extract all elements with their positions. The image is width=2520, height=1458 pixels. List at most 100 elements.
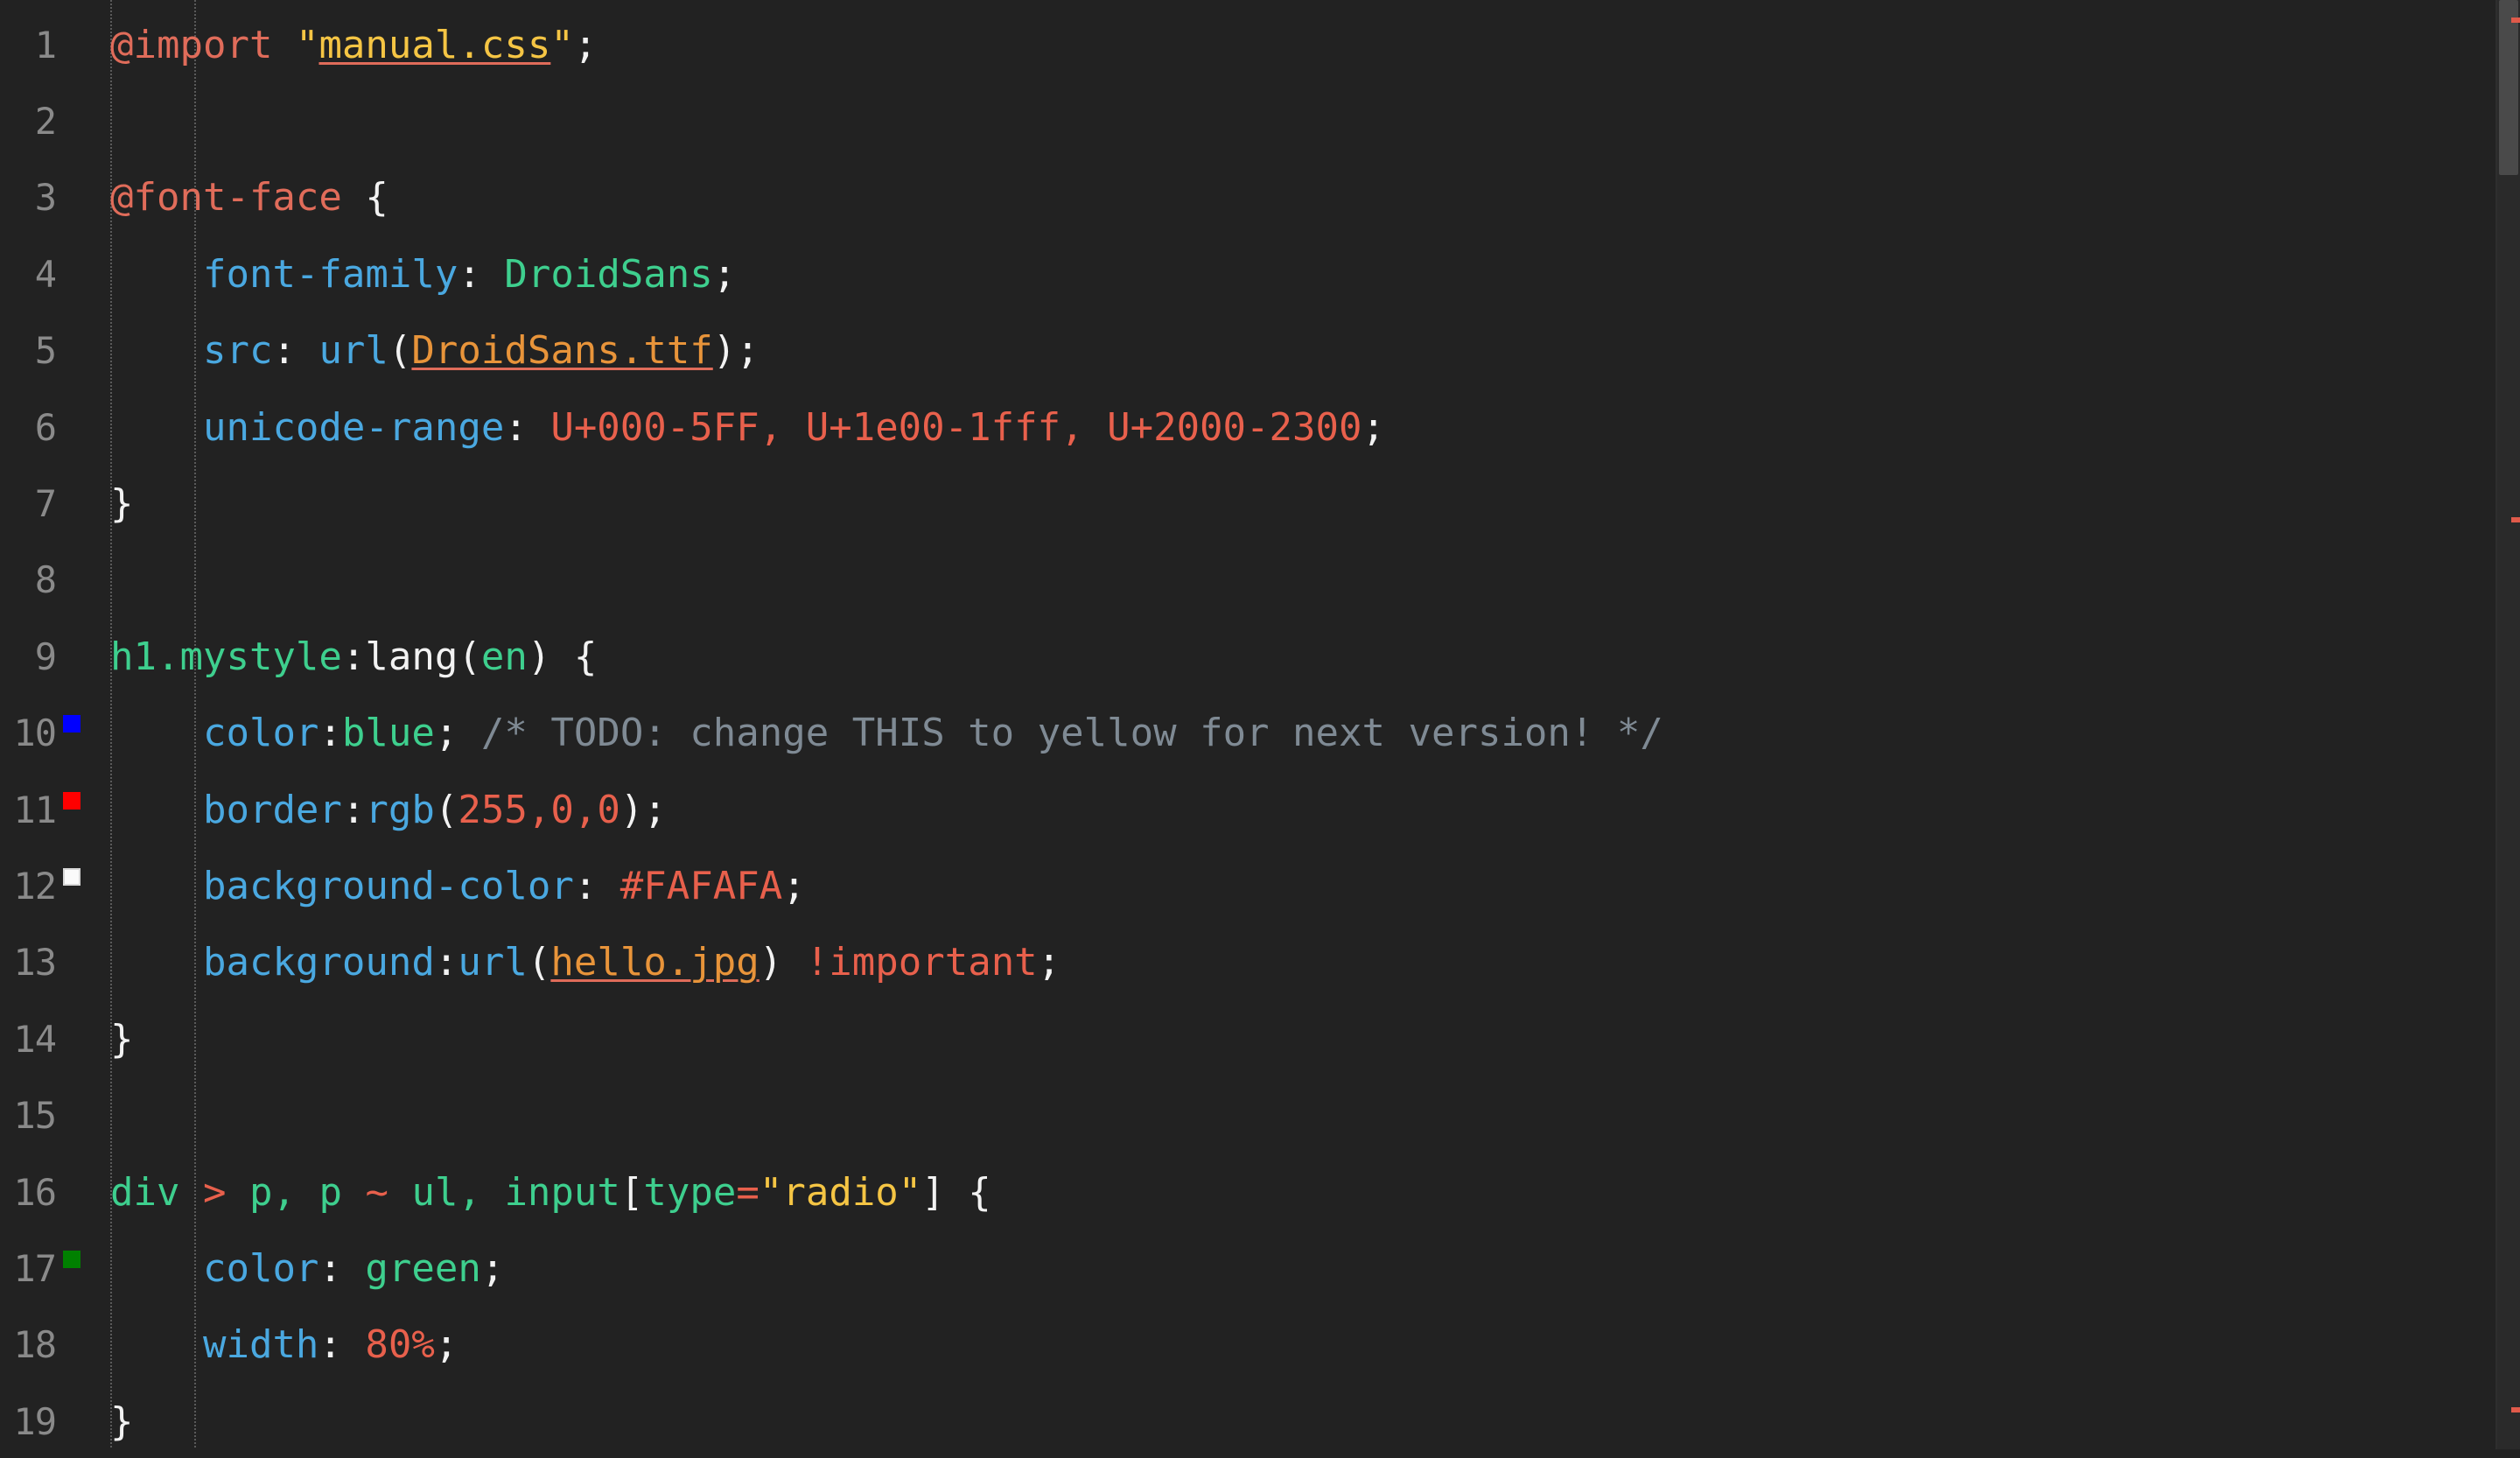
color-swatch-row xyxy=(63,160,86,236)
code-line[interactable]: } xyxy=(86,1001,2520,1077)
code-token-plain: : xyxy=(341,787,366,832)
code-token-plain: ; xyxy=(573,22,598,67)
code-token-selector: , xyxy=(272,1169,319,1215)
line-number-row: 11 xyxy=(0,772,63,848)
code-token-at-rule: @import xyxy=(110,22,273,67)
code-token-property: src xyxy=(202,328,273,374)
code-token-plain: : xyxy=(504,404,551,450)
line-number: 5 xyxy=(34,329,57,373)
line-number-row: 8 xyxy=(0,543,63,619)
code-token-property: color xyxy=(202,1245,319,1291)
code-line[interactable]: width: 80%; xyxy=(86,1307,2520,1384)
code-line[interactable]: h1.mystyle:lang(en) { xyxy=(86,619,2520,695)
color-swatch-row xyxy=(63,619,86,695)
code-token-string: " xyxy=(550,22,574,67)
code-line[interactable] xyxy=(86,1077,2520,1153)
scrollbar-mark xyxy=(2511,17,2520,23)
code-token-number: U+000-5FF, U+1e00-1fff, U+2000-2300 xyxy=(550,404,1362,450)
code-token-plain: : xyxy=(458,251,505,297)
code-token-plain: } xyxy=(110,481,134,527)
code-token-plain: ( xyxy=(527,940,551,985)
color-swatch-row xyxy=(63,1384,86,1458)
code-token-plain: : xyxy=(573,863,620,908)
code-line[interactable]: background-color: #FAFAFA; xyxy=(86,848,2520,924)
code-line[interactable]: border: rgb(255,0,0); xyxy=(86,772,2520,848)
code-token-value: DroidSans xyxy=(504,251,713,297)
code-token-at-rule: @font-face xyxy=(110,175,342,221)
color-swatch-row xyxy=(63,83,86,159)
code-line[interactable]: unicode-range: U+000-5FF, U+1e00-1fff, U… xyxy=(86,389,2520,466)
code-token-plain: ); xyxy=(620,787,667,832)
code-token-url[interactable]: hello.jpg xyxy=(550,943,759,982)
line-number-gutter: 1 2 3 4 5 6 7 8 9 10 11 12 13 14 15 16 17 18 19 xyxy=(0,0,63,1458)
code-line[interactable] xyxy=(86,543,2520,619)
code-token-value: green xyxy=(365,1245,481,1291)
code-line[interactable]: src: url(DroidSans.ttf); xyxy=(86,313,2520,389)
code-line[interactable]: } xyxy=(86,1384,2520,1458)
line-number-row: 3 xyxy=(0,160,63,236)
color-swatch-marker[interactable] xyxy=(63,867,80,886)
color-swatch-row xyxy=(63,696,86,772)
line-number-row: 10 xyxy=(0,696,63,772)
vertical-scrollbar[interactable] xyxy=(2497,0,2520,1458)
line-number: 19 xyxy=(13,1399,57,1443)
line-number: 14 xyxy=(13,1017,57,1061)
color-swatch-row xyxy=(63,236,86,312)
line-number-row: 9 xyxy=(0,619,63,695)
code-line[interactable]: @import " manual.css "; xyxy=(86,7,2520,83)
line-number: 18 xyxy=(13,1323,57,1367)
line-number-row: 18 xyxy=(0,1307,63,1384)
color-swatch-row xyxy=(63,1154,86,1230)
code-line[interactable] xyxy=(86,83,2520,159)
css-code-editor[interactable]: 1 2 3 4 5 6 7 8 9 10 11 12 13 14 15 16 17 18 19 @import " m… xyxy=(0,0,2520,1458)
color-swatch-marker[interactable] xyxy=(63,1250,80,1268)
code-line[interactable]: color: blue; /* TODO: change THIS to yell… xyxy=(86,696,2520,772)
line-number-row: 19 xyxy=(0,1384,63,1458)
code-line[interactable]: div > p, p ~ ul, input[type = "radio"] { xyxy=(86,1154,2520,1230)
scrollbar-thumb[interactable] xyxy=(2499,0,2518,175)
line-number: 8 xyxy=(34,558,57,602)
color-swatch-marker[interactable] xyxy=(63,715,80,733)
code-token-selector: h1.mystyle xyxy=(110,634,342,679)
code-token-property: width xyxy=(202,1322,319,1368)
code-line[interactable]: background: url(hello.jpg) !important; xyxy=(86,925,2520,1001)
code-token-plain: ); xyxy=(712,328,760,374)
code-line[interactable]: color: green; xyxy=(86,1230,2520,1307)
line-number: 12 xyxy=(13,864,57,908)
code-token-url[interactable]: DroidSans.ttf xyxy=(411,332,712,370)
color-swatch-row xyxy=(63,925,86,1001)
line-number-row: 1 xyxy=(0,7,63,83)
code-token-selector: p xyxy=(318,1169,342,1215)
line-number-row: 17 xyxy=(0,1230,63,1307)
color-swatch-marker[interactable] xyxy=(63,791,80,810)
code-token-plain: : xyxy=(318,1322,366,1368)
code-line[interactable]: @font-face { xyxy=(86,160,2520,236)
color-swatch-row xyxy=(63,466,86,542)
line-number: 6 xyxy=(34,405,57,449)
line-number-row: 13 xyxy=(0,925,63,1001)
editor-bottom-strip xyxy=(0,1449,2520,1458)
code-token-property: unicode-range xyxy=(202,404,505,450)
code-token-plain: ] { xyxy=(921,1169,991,1215)
line-number: 11 xyxy=(13,788,57,831)
code-line[interactable]: font-family: DroidSans; xyxy=(86,236,2520,312)
code-token-number: 80% xyxy=(365,1322,435,1368)
code-token-combinator: = xyxy=(736,1169,760,1215)
code-content-area[interactable]: @import " manual.css "; @font-face { font-… xyxy=(86,0,2520,1458)
code-token-selector: p xyxy=(248,1169,273,1215)
code-token-link[interactable]: manual.css xyxy=(318,25,550,65)
code-token-selector: , xyxy=(458,1169,505,1215)
line-number-row: 12 xyxy=(0,848,63,924)
line-number: 9 xyxy=(34,634,57,678)
code-line[interactable]: } xyxy=(86,466,2520,542)
